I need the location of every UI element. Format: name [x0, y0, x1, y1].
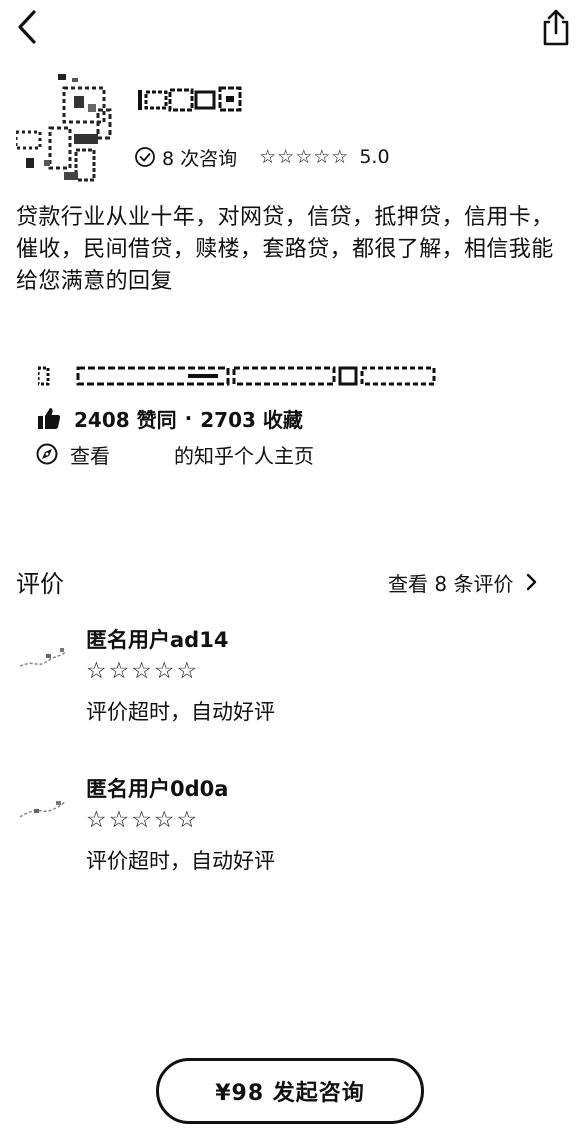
share-button[interactable]: [534, 6, 578, 50]
username-redacted: [138, 86, 242, 114]
check-circle-icon: [135, 147, 155, 167]
share-icon: [543, 9, 569, 46]
review-text: 评价超时，自动好评: [86, 700, 275, 724]
profile-link-suffix: 的知乎个人主页: [174, 443, 314, 468]
review-stars: ☆☆☆☆☆: [86, 807, 200, 833]
consult-stats: 8 次咨询 ☆☆☆☆☆ 5.0: [134, 143, 390, 171]
thumbs-up-icon: [38, 408, 61, 429]
compass-icon: [36, 443, 58, 465]
review-text: 评价超时，自动好评: [86, 849, 275, 873]
bio-text: 贷款行业从业十年，对网贷，信贷，抵押贷，信用卡，催收，民间借贷，赎楼，套路贷，都…: [16, 205, 554, 294]
reviews-title: 评价: [16, 570, 64, 598]
credential-redacted: [36, 364, 436, 388]
likes-favorites: 2408 赞同 · 2703 收藏: [36, 403, 303, 433]
zhihu-profile-link[interactable]: 查看 的知乎个人主页: [36, 439, 314, 469]
chevron-left-icon: [18, 10, 36, 44]
avatar[interactable]: [14, 74, 116, 184]
see-all-label: 查看 8 条评价: [388, 571, 514, 596]
profile-link-prefix: 查看: [70, 443, 110, 468]
back-button[interactable]: [8, 6, 48, 48]
rating-value: 5.0: [359, 146, 390, 168]
consult-count: 8 次咨询: [162, 147, 238, 170]
start-consultation-button[interactable]: ¥98 发起咨询: [156, 1058, 424, 1124]
reviewer-avatar: [19, 800, 67, 818]
reviewer-avatar: [19, 648, 67, 667]
favorites-count: 2703 收藏: [200, 407, 303, 432]
separator-dot: ·: [184, 406, 193, 430]
review-stars: ☆☆☆☆☆: [86, 658, 200, 684]
chevron-right-icon: [527, 573, 537, 591]
reviewer-name: 匿名用户ad14: [86, 628, 229, 652]
review-item: 匿名用户ad14 ☆☆☆☆☆ 评价超时，自动好评: [16, 624, 556, 744]
likes-count: 2408 赞同: [74, 407, 177, 432]
review-item: 匿名用户0d0a ☆☆☆☆☆ 评价超时，自动好评: [16, 773, 556, 893]
rating-stars: ☆☆☆☆☆: [259, 146, 350, 168]
see-all-reviews-link[interactable]: 查看 8 条评价: [388, 567, 539, 597]
reviewer-name: 匿名用户0d0a: [86, 777, 229, 801]
